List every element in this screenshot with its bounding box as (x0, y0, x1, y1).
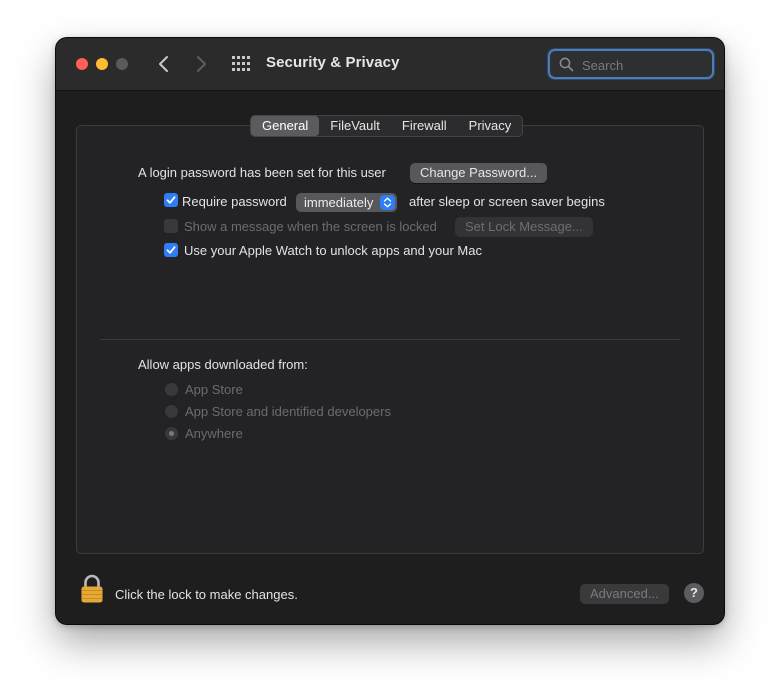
lock-icon (81, 574, 103, 603)
search-input[interactable] (580, 54, 704, 76)
apple-watch-checkbox[interactable] (164, 243, 178, 257)
window-title: Security & Privacy (266, 54, 400, 71)
lock-text: Click the lock to make changes. (115, 587, 298, 602)
radio-identified-developers-label: App Store and identified developers (185, 404, 391, 419)
radio-app-store[interactable] (165, 383, 178, 396)
show-message-label: Show a message when the screen is locked (184, 219, 437, 234)
set-lock-message-button[interactable]: Set Lock Message... (455, 217, 593, 237)
forward-button[interactable] (190, 53, 212, 75)
login-password-text: A login password has been set for this u… (138, 165, 386, 180)
allow-apps-heading: Allow apps downloaded from: (138, 357, 308, 372)
require-password-label: Require password (182, 194, 287, 209)
close-button[interactable] (76, 58, 88, 70)
tab-privacy[interactable]: Privacy (458, 116, 523, 136)
section-divider (100, 339, 680, 340)
radio-identified-developers[interactable] (165, 405, 178, 418)
show-message-checkbox[interactable] (164, 219, 178, 233)
minimize-button[interactable] (96, 58, 108, 70)
tab-firewall[interactable]: Firewall (391, 116, 458, 136)
back-button[interactable] (153, 53, 175, 75)
help-button[interactable]: ? (684, 583, 704, 603)
chevron-left-icon (159, 56, 168, 72)
checkmark-icon (166, 246, 176, 254)
after-sleep-text: after sleep or screen saver begins (409, 194, 605, 209)
radio-app-store-label: App Store (185, 382, 243, 397)
search-field[interactable] (548, 49, 714, 79)
tab-bar: General FileVault Firewall Privacy (250, 115, 524, 137)
security-privacy-window: Security & Privacy General FileVault Fir… (56, 38, 724, 624)
title-bar: Security & Privacy (56, 38, 724, 91)
checkmark-icon (166, 196, 176, 204)
advanced-button[interactable]: Advanced... (580, 584, 669, 604)
chevron-right-icon (197, 56, 206, 72)
require-password-popup-value: immediately (304, 195, 374, 210)
search-icon (559, 57, 574, 72)
require-password-popup[interactable]: immediately (296, 193, 398, 212)
up-down-chevron-icon (384, 197, 392, 208)
change-password-button[interactable]: Change Password... (410, 163, 548, 183)
apple-watch-label: Use your Apple Watch to unlock apps and … (184, 243, 482, 258)
lock-button[interactable] (80, 574, 104, 604)
tab-general[interactable]: General (251, 116, 320, 136)
require-password-checkbox[interactable] (164, 193, 178, 207)
radio-anywhere[interactable] (165, 427, 178, 440)
show-all-button[interactable] (232, 55, 250, 73)
popup-stepper (380, 195, 396, 210)
tab-filevault[interactable]: FileVault (319, 116, 391, 136)
radio-anywhere-label: Anywhere (185, 426, 243, 441)
zoom-button[interactable] (116, 58, 128, 70)
grid-icon (232, 56, 250, 71)
